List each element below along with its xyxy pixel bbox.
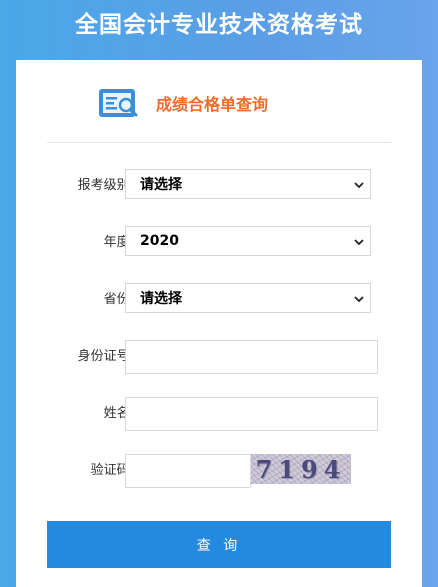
year-select[interactable]: 2020	[125, 226, 371, 256]
level-select[interactable]: 请选择	[125, 169, 371, 199]
captcha-field[interactable]	[125, 454, 251, 488]
page-title: 全国会计专业技术资格考试	[75, 12, 363, 38]
level-row: 报考级别: 请选择	[16, 169, 422, 203]
name-row: 姓名:	[16, 397, 422, 431]
captcha-image[interactable]: 7194	[251, 454, 351, 484]
name-field[interactable]	[125, 397, 378, 431]
card-title: 成绩合格单查询	[156, 95, 269, 114]
query-button[interactable]: 查 询	[47, 521, 391, 568]
chevron-down-icon	[354, 239, 364, 246]
id-number-row: 身份证号:	[16, 340, 422, 374]
year-select-value: 2020	[140, 233, 179, 249]
province-row: 省份: 请选择	[16, 283, 422, 317]
query-card: 成绩合格单查询 报考级别: 请选择 年度: 2020 省份: 请选择 身份证号:…	[16, 60, 422, 587]
level-select-value: 请选择	[140, 177, 182, 193]
id-number-field[interactable]	[125, 340, 378, 374]
captcha-row: 验证码: 7194	[16, 454, 422, 488]
card-header: 成绩合格单查询	[98, 86, 268, 120]
divider	[47, 142, 391, 143]
header-banner: 全国会计专业技术资格考试	[0, 0, 438, 58]
search-document-icon	[99, 89, 138, 117]
province-select[interactable]: 请选择	[125, 283, 371, 313]
province-select-value: 请选择	[140, 291, 182, 307]
chevron-down-icon	[354, 296, 364, 303]
chevron-down-icon	[354, 182, 364, 189]
year-row: 年度: 2020	[16, 226, 422, 260]
captcha-image-text: 7194	[255, 454, 347, 484]
